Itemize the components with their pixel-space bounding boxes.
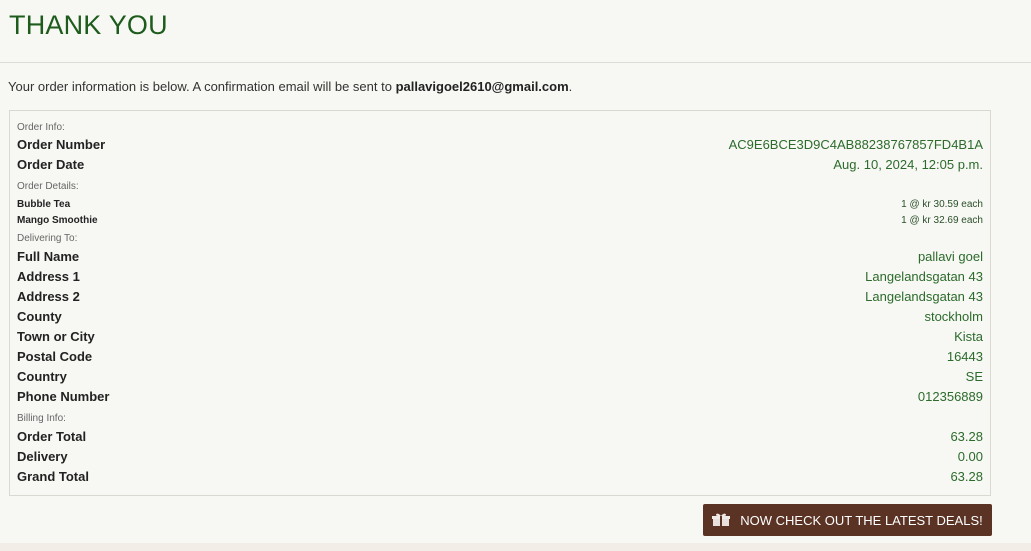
order-number-row: Order Number AC9E6BCE3D9C4AB88238767857F… <box>17 137 983 157</box>
delivery-field-row: Town or City Kista <box>17 329 983 349</box>
county-label: County <box>17 309 62 324</box>
billing-info-heading: Billing Info: <box>17 413 66 424</box>
order-date-row: Order Date Aug. 10, 2024, 12:05 p.m. <box>17 157 983 177</box>
billing-field-row: Delivery 0.00 <box>17 449 983 469</box>
phone-number-label: Phone Number <box>17 389 110 404</box>
latest-deals-label: NOW CHECK OUT THE LATEST DEALS! <box>740 512 983 528</box>
order-total-value: 63.28 <box>950 429 983 444</box>
town-value: Kista <box>954 329 983 344</box>
postal-code-label: Postal Code <box>17 349 93 364</box>
delivery-field-row: Postal Code 16443 <box>17 349 983 369</box>
intro-end: . <box>568 79 573 94</box>
order-info-heading: Order Info: <box>17 122 65 133</box>
country-label: Country <box>17 369 67 384</box>
order-item-name: Mango Smoothie <box>17 215 98 226</box>
address1-value: Langelandsgatan 43 <box>865 269 983 284</box>
delivery-field-row: Full Name pallavi goel <box>17 249 983 269</box>
postal-code-value: 16443 <box>946 349 983 364</box>
confirmation-email: pallavigoel2610@gmail.com <box>395 79 569 94</box>
address2-value: Langelandsgatan 43 <box>865 289 983 304</box>
county-value: stockholm <box>924 309 983 324</box>
order-details-heading: Order Details: <box>17 181 79 192</box>
delivery-field-row: Address 2 Langelandsgatan 43 <box>17 289 983 309</box>
grand-total-label: Grand Total <box>17 469 89 484</box>
gift-icon <box>712 513 731 527</box>
footer-strip <box>0 543 1031 551</box>
address2-label: Address 2 <box>17 289 80 304</box>
billing-field-row: Grand Total 63.28 <box>17 469 983 489</box>
intro-message: Your order information is below. A confi… <box>8 79 396 94</box>
order-summary-card: Order Info: Order Number AC9E6BCE3D9C4AB… <box>9 110 991 496</box>
delivery-field-row: Phone Number 012356889 <box>17 389 983 409</box>
order-total-label: Order Total <box>17 429 87 444</box>
order-item-qty-price: 1 @ kr 30.59 each <box>901 199 983 210</box>
country-value: SE <box>965 369 983 384</box>
delivery-field-row: County stockholm <box>17 309 983 329</box>
delivery-field-row: Address 1 Langelandsgatan 43 <box>17 269 983 289</box>
order-item-qty-price: 1 @ kr 32.69 each <box>901 215 983 226</box>
order-item-name: Bubble Tea <box>17 199 71 210</box>
town-label: Town or City <box>17 329 95 344</box>
full-name-label: Full Name <box>17 249 80 264</box>
delivery-value: 0.00 <box>957 449 983 464</box>
latest-deals-button[interactable]: NOW CHECK OUT THE LATEST DEALS! <box>703 504 992 536</box>
billing-field-row: Order Total 63.28 <box>17 429 983 449</box>
order-number-value: AC9E6BCE3D9C4AB88238767857FD4B1A <box>728 137 983 152</box>
intro-text: Your order information is below. A confi… <box>8 79 572 94</box>
delivery-label: Delivery <box>17 449 68 464</box>
phone-number-value: 012356889 <box>917 389 983 404</box>
grand-total-value: 63.28 <box>950 469 983 484</box>
address1-label: Address 1 <box>17 269 80 284</box>
order-date-label: Order Date <box>17 157 85 172</box>
page-title: THANK YOU <box>9 10 168 40</box>
header-divider <box>0 62 1031 63</box>
order-item-row: Mango Smoothie 1 @ kr 32.69 each <box>17 215 983 231</box>
order-number-label: Order Number <box>17 137 106 152</box>
delivering-to-heading: Delivering To: <box>17 233 78 244</box>
order-item-row: Bubble Tea 1 @ kr 30.59 each <box>17 199 983 215</box>
full-name-value: pallavi goel <box>917 249 983 264</box>
order-date-value: Aug. 10, 2024, 12:05 p.m. <box>833 157 983 172</box>
delivery-field-row: Country SE <box>17 369 983 389</box>
